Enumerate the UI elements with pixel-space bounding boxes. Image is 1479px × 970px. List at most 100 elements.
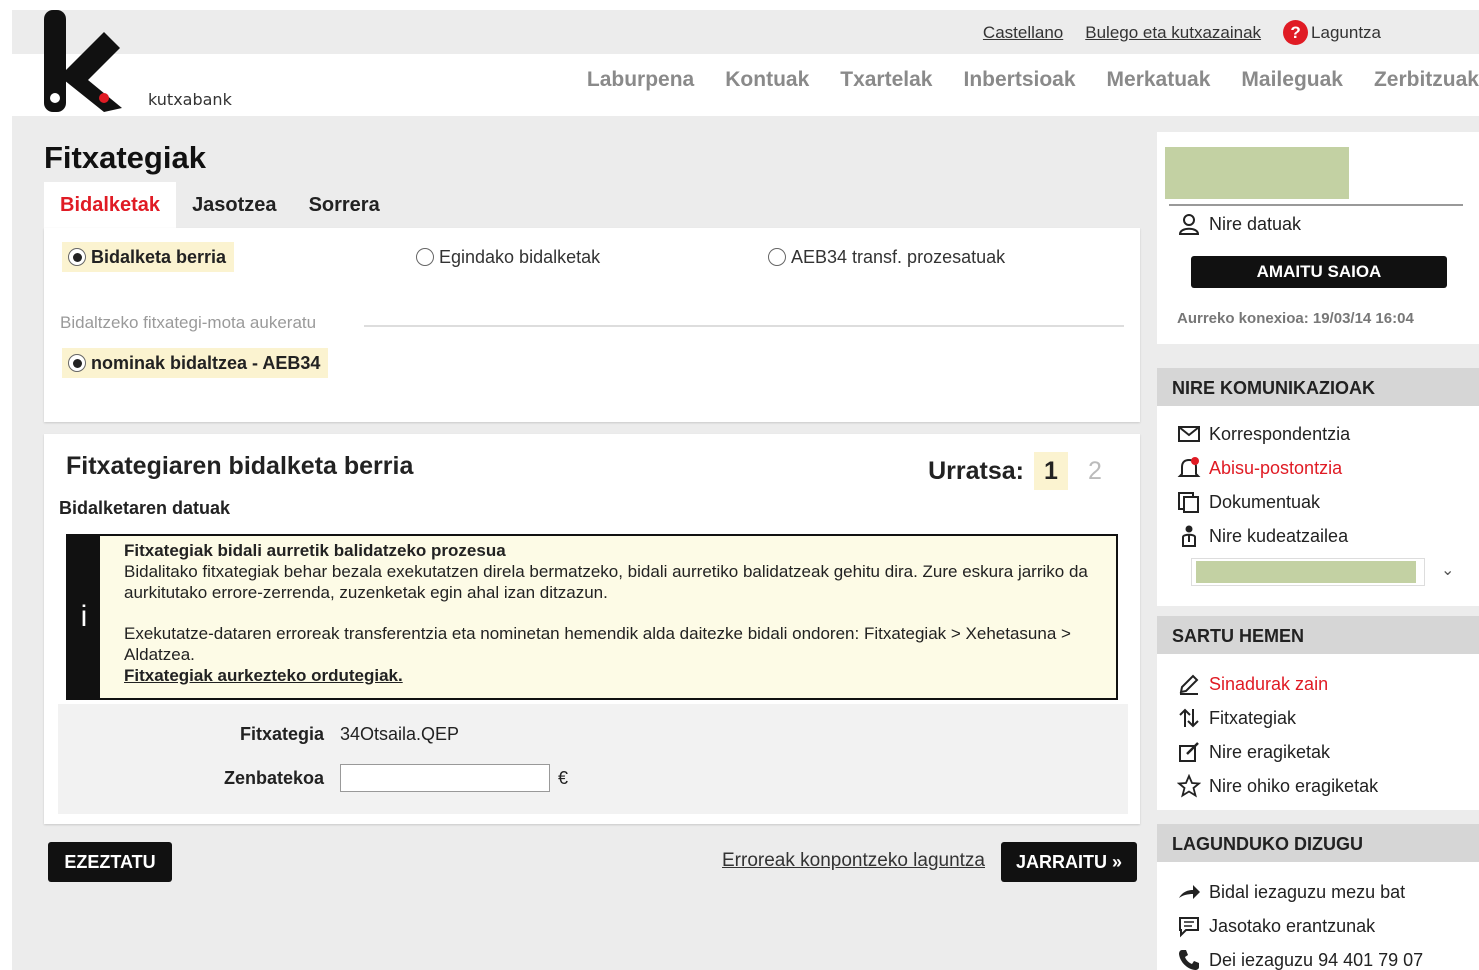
star-icon xyxy=(1177,774,1201,798)
user-card: Nire datuak AMAITU SAIOA Aurreko konexio… xyxy=(1157,132,1479,344)
info-paragraph-1: Bidalitako fitxategiak behar bezala exek… xyxy=(124,562,1088,602)
file-label: Fitxategia xyxy=(239,724,324,744)
radio-button[interactable] xyxy=(768,248,786,266)
envelope-icon xyxy=(1177,422,1201,446)
sidebar: Nire datuak AMAITU SAIOA Aurreko konexio… xyxy=(1157,132,1479,970)
nav-laburpena[interactable]: Laburpena xyxy=(587,68,694,92)
received-answers-label: Jasotako erantzunak xyxy=(1209,915,1376,936)
account-select[interactable] xyxy=(1191,558,1425,586)
kutxabank-logo[interactable]: kutxabank xyxy=(42,10,232,116)
schedule-link[interactable]: Fitxategiak aurkezteko ordutegiak. xyxy=(124,666,403,685)
communications-card: Korrespondentzia Abisu-postontzia Dokume… xyxy=(1157,406,1479,606)
info-icon: i xyxy=(68,536,100,698)
radio-payroll-aeb34[interactable]: nominak bidaltzea - AEB34 xyxy=(62,348,329,378)
logo-text: kutxabank xyxy=(148,90,232,109)
send-type-card: Bidalketa berria Egindako bidalketak AEB… xyxy=(44,228,1140,422)
info-paragraph-2: Exekutatze-dataren erroreak transferentz… xyxy=(124,624,1071,664)
nav-txartelak[interactable]: Txartelak xyxy=(840,68,932,92)
file-row: Fitxategia 34Otsaila.QEP xyxy=(184,724,459,745)
tab-sorrera[interactable]: Sorrera xyxy=(293,182,396,228)
chat-icon xyxy=(1177,914,1201,938)
logout-button[interactable]: AMAITU SAIOA xyxy=(1191,256,1447,288)
documents-icon xyxy=(1177,490,1201,514)
page-title: Fitxategiak xyxy=(44,140,206,175)
tab-jasotzea[interactable]: Jasotzea xyxy=(176,182,293,228)
send-mode-radios: Bidalketa berria Egindako bidalketak AEB… xyxy=(44,242,1140,278)
nav-kontuak[interactable]: Kontuak xyxy=(725,68,809,92)
help-section-card: Bidal iezaguzu mezu bat Jasotako erantzu… xyxy=(1157,862,1479,970)
my-operations-link[interactable]: Nire eragiketak xyxy=(1177,740,1330,764)
user-icon xyxy=(1177,212,1201,236)
correspondence-label: Korrespondentzia xyxy=(1209,423,1351,444)
radio-label: AEB34 transf. prozesatuak xyxy=(791,246,1006,267)
files-label: Fitxategiak xyxy=(1209,707,1297,728)
step-indicator: Urratsa: 1 2 xyxy=(928,452,1112,490)
received-answers-link[interactable]: Jasotako erantzunak xyxy=(1177,914,1375,938)
send-message-label: Bidal iezaguzu mezu bat xyxy=(1209,881,1406,902)
amount-row: Zenbatekoa € xyxy=(184,764,568,792)
call-us-link[interactable]: Dei iezaguzu 94 401 79 07 xyxy=(1177,948,1423,970)
files-link[interactable]: Fitxategiak xyxy=(1177,706,1296,730)
nav-merkatuak[interactable]: Merkatuak xyxy=(1107,68,1211,92)
notices-link[interactable]: Abisu-postontzia xyxy=(1177,456,1342,480)
nav-maileguak[interactable]: Maileguak xyxy=(1241,68,1343,92)
send-message-link[interactable]: Bidal iezaguzu mezu bat xyxy=(1177,880,1405,904)
tab-bidalketak[interactable]: Bidalketak xyxy=(44,182,177,228)
question-icon: ? xyxy=(1283,20,1309,45)
kutxabank-logo-mark xyxy=(44,10,122,112)
chevron-down-icon[interactable]: ⌄ xyxy=(1441,560,1454,580)
enter-here-card: Sinadurak zain Fitxategiak Nire eragiket… xyxy=(1157,654,1479,810)
manager-icon xyxy=(1177,524,1201,548)
header: kutxabank Castellano Bulego eta kutxazai… xyxy=(12,10,1479,116)
correspondence-link[interactable]: Korrespondentzia xyxy=(1177,422,1350,446)
radio-new-send[interactable]: Bidalketa berria xyxy=(62,242,235,272)
my-operations-label: Nire eragiketak xyxy=(1209,741,1331,762)
pen-icon xyxy=(1177,672,1201,696)
step-label: Urratsa: xyxy=(928,456,1024,485)
info-content: Fitxategiak bidali aurretik balidatzeko … xyxy=(124,540,1104,686)
account-select-placeholder xyxy=(1196,561,1416,583)
form-title: Fitxategiaren bidalketa berria xyxy=(66,452,414,480)
frequent-operations-label: Nire ohiko eragiketak xyxy=(1209,775,1379,796)
amount-label: Zenbatekoa xyxy=(223,767,324,788)
send-data-label: Bidalketaren datuak xyxy=(59,498,231,518)
documents-link[interactable]: Dokumentuak xyxy=(1177,490,1320,514)
user-name-placeholder xyxy=(1165,147,1349,199)
language-link[interactable]: Castellano xyxy=(983,23,1063,43)
radio-done-sends[interactable]: Egindako bidalketak xyxy=(416,242,600,272)
phone-icon xyxy=(1177,948,1201,970)
page: kutxabank Castellano Bulego eta kutxazai… xyxy=(12,10,1479,970)
info-box: i Fitxategiak bidali aurretik balidatzek… xyxy=(66,534,1118,700)
notices-label: Abisu-postontzia xyxy=(1209,457,1343,478)
divider xyxy=(1169,204,1463,206)
pending-signatures-link[interactable]: Sinadurak zain xyxy=(1177,672,1328,696)
help-link-label: Laguntza xyxy=(1311,22,1381,42)
radio-button[interactable] xyxy=(68,354,86,372)
error-help-link[interactable]: Erroreak konpontzeko laguntza xyxy=(722,850,985,872)
transfer-arrows-icon xyxy=(1177,706,1201,730)
help-link[interactable]: ? Laguntza xyxy=(1283,20,1381,45)
main-nav: Laburpena Kontuak Txartelak Inbertsioak … xyxy=(587,68,1479,92)
divider xyxy=(364,325,1124,327)
nav-inbertsioak[interactable]: Inbertsioak xyxy=(963,68,1075,92)
radio-label: Bidalketa berria xyxy=(91,246,227,267)
cancel-button[interactable]: EZEZTATU xyxy=(48,842,172,882)
new-send-card: Fitxategiaren bidalketa berria Urratsa: … xyxy=(44,434,1140,824)
enter-here-header: SARTU HEMEN xyxy=(1157,616,1479,654)
frequent-operations-link[interactable]: Nire ohiko eragiketak xyxy=(1177,774,1378,798)
communications-header: NIRE KOMUNIKAZIOAK xyxy=(1157,368,1479,406)
bell-icon xyxy=(1177,456,1201,480)
radio-button[interactable] xyxy=(416,248,434,266)
radio-label: Egindako bidalketak xyxy=(439,246,601,267)
manager-link[interactable]: Nire kudeatzailea xyxy=(1177,524,1348,548)
manager-label: Nire kudeatzailea xyxy=(1209,525,1349,546)
nav-zerbitzuak[interactable]: Zerbitzuak xyxy=(1374,68,1479,92)
continue-button[interactable]: JARRAITU » xyxy=(1001,842,1137,882)
radio-aeb34-processed[interactable]: AEB34 transf. prozesatuak xyxy=(768,242,1005,272)
amount-input[interactable] xyxy=(340,764,550,792)
offices-link[interactable]: Bulego eta kutxazainak xyxy=(1085,23,1261,43)
edit-icon xyxy=(1177,740,1201,764)
help-section-header: LAGUNDUKO DIZUGU xyxy=(1157,824,1479,862)
radio-button[interactable] xyxy=(68,248,86,266)
my-data-link[interactable]: Nire datuak xyxy=(1177,212,1301,236)
